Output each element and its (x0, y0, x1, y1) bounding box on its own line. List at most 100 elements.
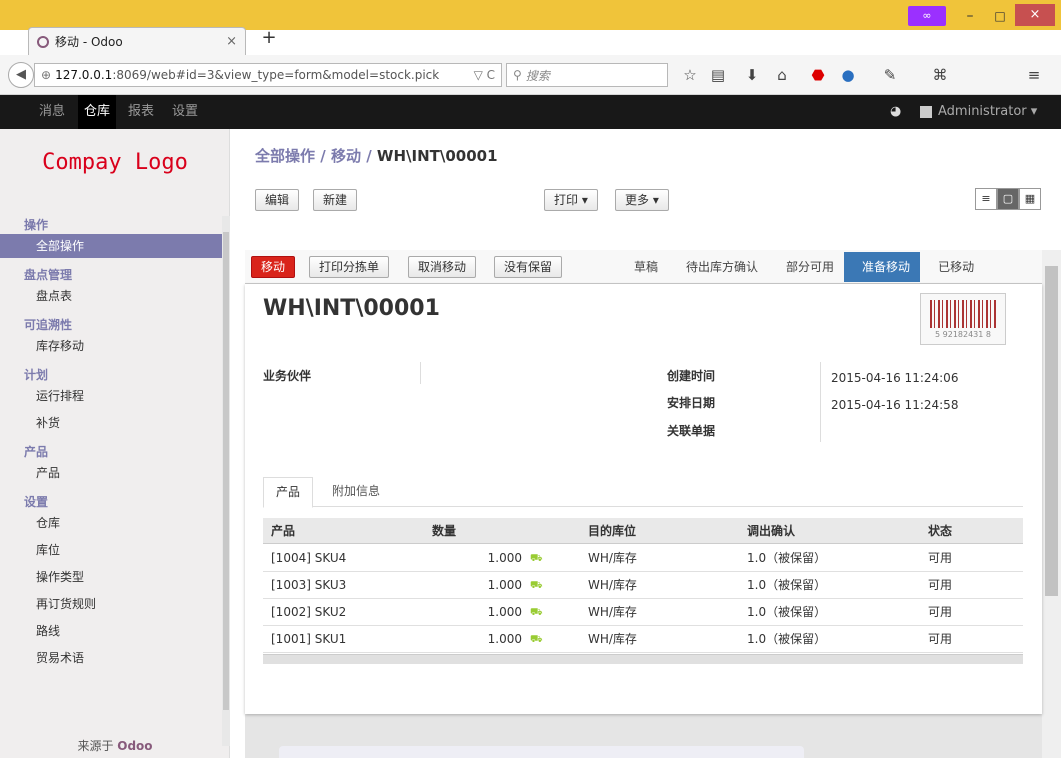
table-cell: WH/库存 (588, 605, 637, 619)
chatter-area (279, 746, 804, 758)
search-icon: ⚲ (513, 68, 522, 82)
sidebar-item[interactable]: 操作类型 (0, 565, 222, 589)
private-mask-icon: ∞ (908, 6, 946, 26)
sidebar-item[interactable]: 补货 (0, 411, 222, 435)
col-quantity[interactable]: 数量 (432, 518, 456, 544)
sidebar-scroll-thumb[interactable] (223, 232, 229, 710)
transfer-button[interactable]: 移动 (251, 256, 296, 278)
globe-icon: ⊕ (41, 68, 52, 82)
form-view-icon[interactable]: ▢ (997, 188, 1019, 210)
addon-icon[interactable]: ⌘ (930, 64, 950, 86)
table-cell: 可用 (928, 632, 953, 646)
sidebar-item[interactable]: 运行排程 (0, 384, 222, 408)
browser-tab[interactable]: 移动 - Odoo × (28, 27, 246, 55)
top-menu-item[interactable]: 消息 (33, 95, 71, 129)
print-dropdown[interactable]: 打印 ▾ (544, 189, 598, 211)
reading-list-icon[interactable]: ▤ (708, 64, 728, 86)
col-state[interactable]: 状态 (928, 518, 952, 544)
col-product[interactable]: 产品 (271, 518, 295, 544)
tab-additional-info[interactable]: 附加信息 (320, 477, 392, 508)
status-stage[interactable]: 已移动 (920, 252, 984, 282)
forecast-truck-icon[interactable]: ⛟ (530, 635, 546, 645)
window-titlebar (0, 0, 1061, 30)
barcode-icon: 5 92182431 8 (920, 293, 1006, 345)
download-icon[interactable]: ⬇ (742, 64, 762, 86)
close-window-button[interactable]: × (1015, 4, 1055, 26)
col-destination[interactable]: 目的库位 (588, 518, 636, 544)
top-menu-item[interactable]: 设置 (166, 95, 204, 129)
menu-icon[interactable]: ≡ (1024, 64, 1044, 86)
sidebar-item[interactable]: 再订货规则 (0, 592, 222, 616)
minimize-button[interactable]: – (955, 4, 985, 28)
top-menu-item[interactable]: 报表 (122, 95, 160, 129)
table-cell: [1004] SKU4 (271, 551, 347, 565)
browser-search-input[interactable]: ⚲ 搜索 (506, 63, 668, 87)
sidebar-item[interactable]: 全部操作 (0, 234, 222, 258)
table-cell: [1001] SKU1 (271, 632, 347, 646)
sidebar-section-title: 操作 (24, 218, 49, 232)
sidebar-item[interactable]: 盘点表 (0, 284, 222, 308)
user-menu[interactable]: Administrator ▾ (920, 95, 1037, 129)
chat-icon[interactable]: ◕ (890, 95, 901, 129)
table-cell: 1.0（被保留） (747, 632, 827, 646)
sidebar-item[interactable]: 库位 (0, 538, 222, 562)
sidebar-item[interactable]: 路线 (0, 619, 222, 643)
col-confirm[interactable]: 调出确认 (747, 518, 795, 544)
powered-prefix: 来源于 (77, 739, 118, 753)
edit-button[interactable]: 编辑 (255, 189, 300, 211)
odoo-link[interactable]: Odoo (117, 739, 152, 753)
sidebar-section-title: 产品 (24, 445, 49, 459)
create-button[interactable]: 新建 (313, 189, 358, 211)
forecast-truck-icon[interactable]: ⛟ (530, 581, 546, 591)
extension-icon[interactable]: ● (838, 64, 858, 86)
main-scroll-thumb[interactable] (1045, 266, 1058, 596)
sidebar-item[interactable]: 库存移动 (0, 334, 222, 358)
breadcrumb-transfers[interactable]: 移动 (331, 147, 361, 165)
table-cell: 1.000 (487, 605, 522, 619)
sidebar-item[interactable]: 仓库 (0, 511, 222, 535)
calendar-view-icon[interactable]: ▦ (1019, 188, 1041, 210)
record-title: WH\INT\00001 (263, 296, 440, 321)
table-cell: [1003] SKU3 (271, 578, 347, 592)
print-picking-button[interactable]: 打印分拣单 (309, 256, 390, 278)
list-view-icon[interactable]: ≡ (975, 188, 997, 210)
table-cell: WH/库存 (588, 551, 637, 565)
breadcrumb-all-operations[interactable]: 全部操作 (255, 147, 315, 165)
url-text: 127.0.0.1:8069/web#id=3&view_type=form&m… (55, 68, 470, 82)
unreserve-button[interactable]: 没有保留 (494, 256, 563, 278)
scheduled-date-label: 安排日期 (667, 396, 716, 410)
new-tab-button[interactable]: + (259, 28, 279, 48)
status-stage[interactable]: 准备移动 (844, 252, 921, 282)
translate-icon[interactable]: ✎ (880, 64, 900, 86)
table-footer (263, 654, 1023, 664)
maximize-button[interactable]: □ (985, 4, 1015, 28)
url-host: 127.0.0.1 (55, 68, 113, 82)
table-cell: WH/库存 (588, 632, 637, 646)
reload-icon[interactable]: ▽ C (474, 68, 495, 82)
bookmark-star-icon[interactable]: ☆ (680, 64, 700, 86)
sidebar-item[interactable]: 贸易术语 (0, 646, 222, 670)
adblock-icon[interactable]: ⬣ (808, 64, 828, 86)
home-icon[interactable]: ⌂ (772, 64, 792, 86)
status-stage[interactable]: 待出库方确认 (668, 252, 768, 282)
search-placeholder: 搜索 (525, 68, 550, 83)
forecast-truck-icon[interactable]: ⛟ (530, 554, 546, 564)
status-stage[interactable]: 草稿 (616, 252, 668, 282)
tab-products[interactable]: 产品 (263, 477, 314, 508)
table-cell: 1.000 (487, 578, 522, 592)
table-cell: 可用 (928, 578, 953, 592)
table-cell: [1002] SKU2 (271, 605, 347, 619)
sidebar-section-title: 计划 (24, 368, 49, 382)
status-stage[interactable]: 部分可用 (768, 252, 844, 282)
top-menu-item[interactable]: 仓库 (78, 95, 117, 129)
sidebar-item[interactable]: 产品 (0, 461, 222, 485)
cancel-transfer-button[interactable]: 取消移动 (408, 256, 477, 278)
table-header (263, 518, 1023, 544)
breadcrumb-sep: / (360, 147, 377, 165)
more-dropdown[interactable]: 更多 ▾ (615, 189, 669, 211)
status-bar: 草稿 待出库方确认 部分可用 准备移动 已移动 (616, 252, 984, 282)
back-button[interactable]: ◀ (8, 62, 34, 88)
forecast-truck-icon[interactable]: ⛟ (530, 608, 546, 618)
tab-close-icon[interactable]: × (226, 34, 237, 49)
url-bar[interactable]: ⊕ 127.0.0.1:8069/web#id=3&view_type=form… (34, 63, 502, 87)
